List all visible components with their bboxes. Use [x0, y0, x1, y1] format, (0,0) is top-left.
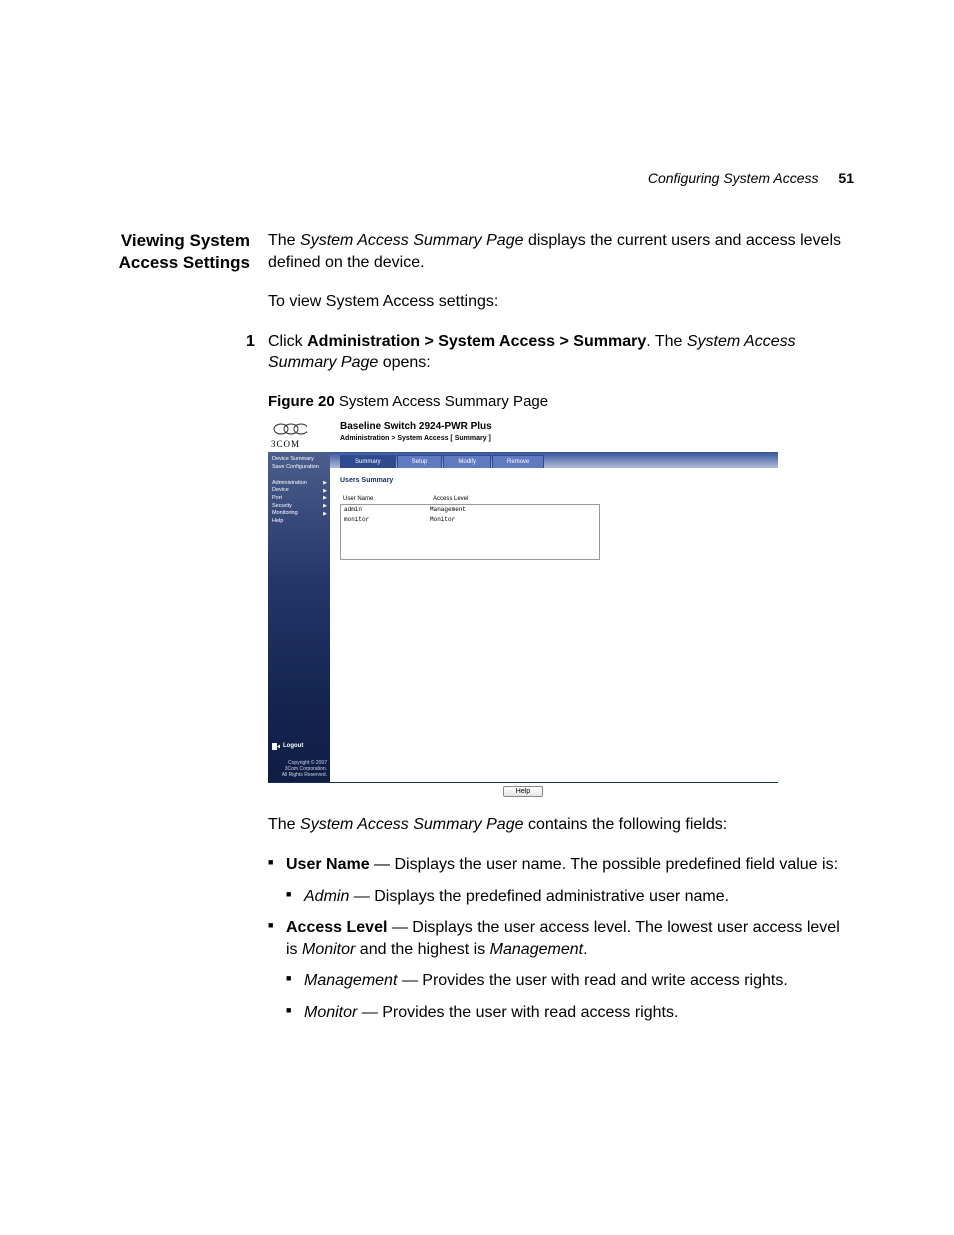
logo-area: 3COM [268, 418, 336, 452]
field-accesslevel-management: Management — Provides the user with read… [304, 970, 854, 992]
nav-device-summary[interactable]: Device Summary [272, 456, 327, 464]
field-username-admin: Admin — Displays the predefined administ… [304, 886, 854, 908]
nav-help[interactable]: Help [272, 518, 327, 526]
chevron-right-icon: ▶ [323, 488, 327, 495]
col-accesslevel: Access Level [433, 495, 468, 503]
brand-text: 3COM [271, 438, 333, 450]
field-username: User Name — Displays the user name. The … [286, 854, 854, 907]
tab-remove[interactable]: Remove [492, 455, 544, 468]
figure-screenshot: 3COM Baseline Switch 2924-PWR Plus Admin… [268, 418, 778, 800]
panel-title: Users Summary [340, 476, 768, 485]
after-figure-paragraph: The System Access Summary Page contains … [268, 814, 854, 836]
field-accesslevel-monitor: Monitor — Provides the user with read ac… [304, 1002, 854, 1024]
step-1: 1 Click Administration > System Access >… [268, 331, 854, 374]
sidebar-nav: Device Summary Save Configuration Admini… [268, 452, 330, 782]
nav-security[interactable]: Security▶ [272, 503, 327, 511]
table-row[interactable]: admin Management [341, 505, 599, 515]
tab-setup[interactable]: Setup [397, 455, 443, 468]
field-list: User Name — Displays the user name. The … [268, 854, 854, 1024]
tab-modify[interactable]: Modify [443, 455, 491, 468]
chevron-right-icon: ▶ [323, 480, 327, 487]
nav-monitoring[interactable]: Monitoring▶ [272, 510, 327, 518]
users-table: User Name Access Level admin Management [340, 494, 600, 560]
legal-text: Copyright © 2007 3Com Corporation. All R… [272, 760, 327, 778]
intro-paragraph: The System Access Summary Page displays … [268, 230, 854, 273]
page-name: System Access Summary Page [300, 232, 523, 249]
nav-device[interactable]: Device▶ [272, 487, 327, 495]
table-row[interactable]: monitor Monitor [341, 515, 599, 525]
chevron-right-icon: ▶ [323, 511, 327, 518]
running-title: Configuring System Access [648, 170, 819, 186]
logout-icon [272, 743, 281, 750]
col-username: User Name [343, 495, 433, 503]
page-number: 51 [838, 170, 854, 186]
main-column: The System Access Summary Page displays … [268, 230, 854, 1038]
step-number: 1 [246, 331, 255, 353]
section-heading: Viewing System Access Settings [100, 230, 250, 1038]
figure-caption: Figure 20 System Access Summary Page [268, 392, 854, 412]
breadcrumb: Administration > System Access [ Summary… [340, 434, 778, 443]
chevron-right-icon: ▶ [323, 503, 327, 510]
tab-summary[interactable]: Summary [340, 455, 396, 468]
nav-port[interactable]: Port▶ [272, 495, 327, 503]
field-accesslevel: Access Level — Displays the user access … [286, 917, 854, 1023]
product-title: Baseline Switch 2924-PWR Plus [340, 420, 778, 434]
tab-bar: Summary Setup Modify Remove [330, 452, 778, 468]
rings-icon [271, 422, 307, 436]
nav-save-config[interactable]: Save Configuration [272, 464, 327, 472]
nav-administration[interactable]: Administration▶ [272, 480, 327, 488]
chevron-right-icon: ▶ [323, 495, 327, 502]
logout-link[interactable]: Logout [272, 742, 327, 750]
running-header: Configuring System Access 51 [648, 170, 854, 186]
lead-sentence: To view System Access settings: [268, 291, 854, 313]
nav-path: Administration > System Access > Summary [307, 333, 646, 350]
help-button[interactable]: Help [503, 786, 543, 797]
